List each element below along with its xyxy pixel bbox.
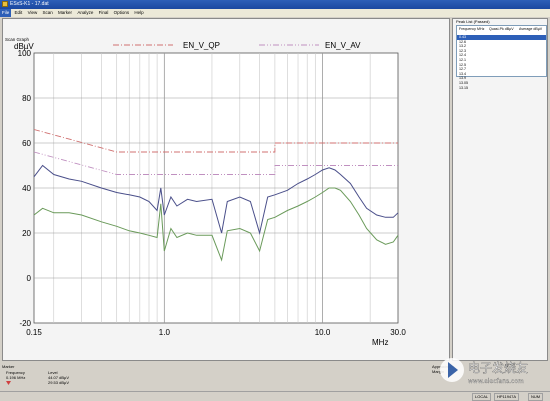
status-device: HP11947A: [494, 393, 520, 401]
title-bar[interactable]: ESxS-K1 - 17.dat: [0, 0, 550, 9]
legend-label: EN_V_QP: [183, 41, 220, 50]
menu-help[interactable]: Help: [132, 9, 145, 17]
status-local: LOCAL: [472, 393, 492, 401]
peak-header-frequency[interactable]: Frequency MHz: [459, 27, 484, 31]
y-tick-label: 0: [27, 274, 32, 283]
menu-marker[interactable]: Marker: [56, 9, 74, 17]
menu-edit[interactable]: Edit: [13, 9, 25, 17]
marker-panel: Marker Frequency 0.196 MHz Level 44.07 d…: [0, 362, 454, 391]
y-tick-label: 80: [22, 94, 31, 103]
marker-indicator-icon: [6, 381, 11, 387]
menu-bar: File Edit View Scan Marker Analyze Final…: [0, 9, 550, 17]
status-num: NUM: [528, 393, 544, 401]
x-axis-label: MHz: [372, 338, 388, 347]
menu-options[interactable]: Options: [112, 9, 132, 17]
y-tick-label: -20: [19, 319, 31, 328]
x-tick-label: 10.0: [315, 328, 331, 337]
watermark-logo: 电子发烧友 www.elecfans.com: [436, 350, 548, 392]
y-tick-label: 20: [22, 229, 31, 238]
legend-label: EN_V_AV: [325, 41, 361, 50]
peak-list-table[interactable]: Frequency MHz Quasi-Pk dBµV Average dBµV…: [456, 25, 547, 90]
app-window: ESxS-K1 - 17.dat File Edit View Scan Mar…: [0, 0, 550, 401]
peak-rows: 0.43 12.6 13.2 12.3 12.4 12.1 12.5 12.7 13.4 13.9…: [457, 35, 546, 90]
marker-frequency-value: 0.196 MHz: [6, 375, 26, 380]
x-tick-label: 0.15: [26, 328, 42, 337]
menu-file[interactable]: File: [0, 9, 12, 17]
y-tick-label: 40: [22, 184, 31, 193]
app-icon: [2, 1, 8, 7]
x-tick-label: 1.0: [159, 328, 171, 337]
y-axis-label: dBµV: [14, 42, 34, 51]
menu-final[interactable]: Final: [97, 9, 111, 17]
scan-graph-panel[interactable]: Scan Graph -20 0 20 40 60 80 100 0.15 1.0 10.0 30.…: [2, 18, 450, 361]
scan-chart: -200204060801000.15 1.0 10.0 30.0dBµVMHzEN_…: [14, 41, 406, 347]
marker-title: Marker: [2, 364, 15, 369]
menu-view[interactable]: View: [26, 9, 40, 17]
window-title: ESxS-K1 - 17.dat: [10, 1, 49, 7]
peak-row[interactable]: 13.15: [457, 86, 546, 91]
watermark-text: 电子发烧友: [468, 360, 528, 375]
menu-analyze[interactable]: Analyze: [75, 9, 95, 17]
x-tick-label: 30.0: [390, 328, 406, 337]
y-tick-label: 60: [22, 139, 31, 148]
peak-list-title: Peak List (Passed): [456, 19, 490, 24]
watermark-url: www.elecfans.com: [468, 378, 524, 385]
peak-header-av[interactable]: Average dBµV: [519, 27, 542, 31]
marker-level-2: 29.53 dBµV: [48, 380, 69, 385]
menu-scan[interactable]: Scan: [41, 9, 55, 17]
peak-header-qp[interactable]: Quasi-Pk dBµV: [489, 27, 514, 31]
status-bar: LOCAL HP11947A NUM: [0, 391, 550, 401]
peak-list-panel: Peak List (Passed) Frequency MHz Quasi-P…: [452, 18, 548, 361]
